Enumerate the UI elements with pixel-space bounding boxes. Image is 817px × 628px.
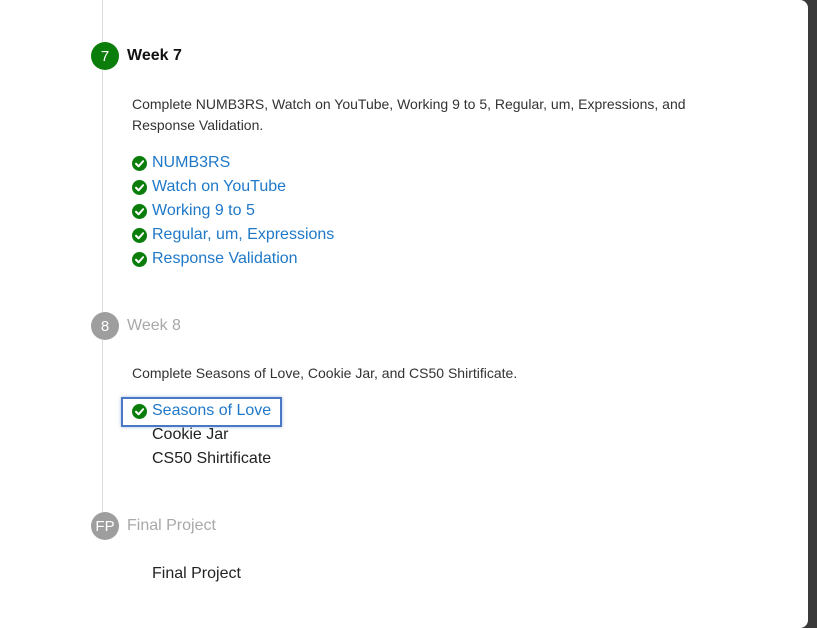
check-circle-icon	[132, 203, 147, 219]
final-project-badge: FP	[91, 512, 119, 540]
problem-link-working-9-to-5[interactable]: Working 9 to 5	[152, 202, 255, 220]
week-7-problem-list: NUMB3RS Watch on YouTube Working 9 to 5 …	[132, 151, 334, 271]
problem-link-response-validation[interactable]: Response Validation	[152, 250, 298, 268]
list-item: Seasons of Love	[132, 399, 271, 423]
week-7-title: Week 7	[127, 47, 182, 64]
problem-link-watch-on-youtube[interactable]: Watch on YouTube	[152, 178, 286, 196]
problem-link-numb3rs[interactable]: NUMB3RS	[152, 154, 230, 172]
problem-cs50-shirtificate: CS50 Shirtificate	[152, 450, 272, 467]
problem-link-seasons-of-love[interactable]: Seasons of Love	[152, 402, 271, 420]
list-item: Cookie Jar	[132, 423, 271, 447]
list-item: Watch on YouTube	[132, 175, 334, 199]
list-item: Regular, um, Expressions	[132, 223, 334, 247]
check-circle-icon	[132, 227, 147, 243]
list-item: CS50 Shirtificate	[132, 447, 271, 471]
list-item: Working 9 to 5	[132, 199, 334, 223]
course-progress-panel: 7 Week 7 Complete NUMB3RS, Watch on YouT…	[0, 0, 808, 628]
problem-link-regular-um-expressions[interactable]: Regular, um, Expressions	[152, 226, 334, 244]
check-circle-icon	[132, 179, 147, 195]
list-item: NUMB3RS	[132, 151, 334, 175]
week-8-title: Week 8	[127, 317, 181, 334]
final-project-list: Final Project	[132, 562, 241, 586]
timeline-line-top	[102, 0, 103, 42]
list-item: Final Project	[132, 562, 241, 586]
problem-final-project: Final Project	[152, 565, 241, 582]
timeline-line-week8	[102, 340, 103, 512]
final-project-badge-label: FP	[95, 517, 115, 535]
week-8-badge-number: 8	[100, 317, 110, 335]
list-item: Response Validation	[132, 247, 334, 271]
check-circle-icon	[132, 403, 147, 419]
check-circle-icon	[132, 155, 147, 171]
week-7-badge-number: 7	[100, 47, 110, 65]
week-8-problem-list: Seasons of Love Cookie Jar CS50 Shirtifi…	[132, 399, 271, 471]
week-8-badge: 8	[91, 312, 119, 340]
week-8-description: Complete Seasons of Love, Cookie Jar, an…	[132, 365, 518, 381]
check-circle-icon	[132, 251, 147, 267]
week-7-description: Complete NUMB3RS, Watch on YouTube, Work…	[132, 96, 686, 133]
final-project-title: Final Project	[127, 517, 216, 534]
timeline-line-week7	[102, 70, 103, 312]
week-7-badge: 7	[91, 42, 119, 70]
problem-cookie-jar: Cookie Jar	[152, 426, 229, 443]
